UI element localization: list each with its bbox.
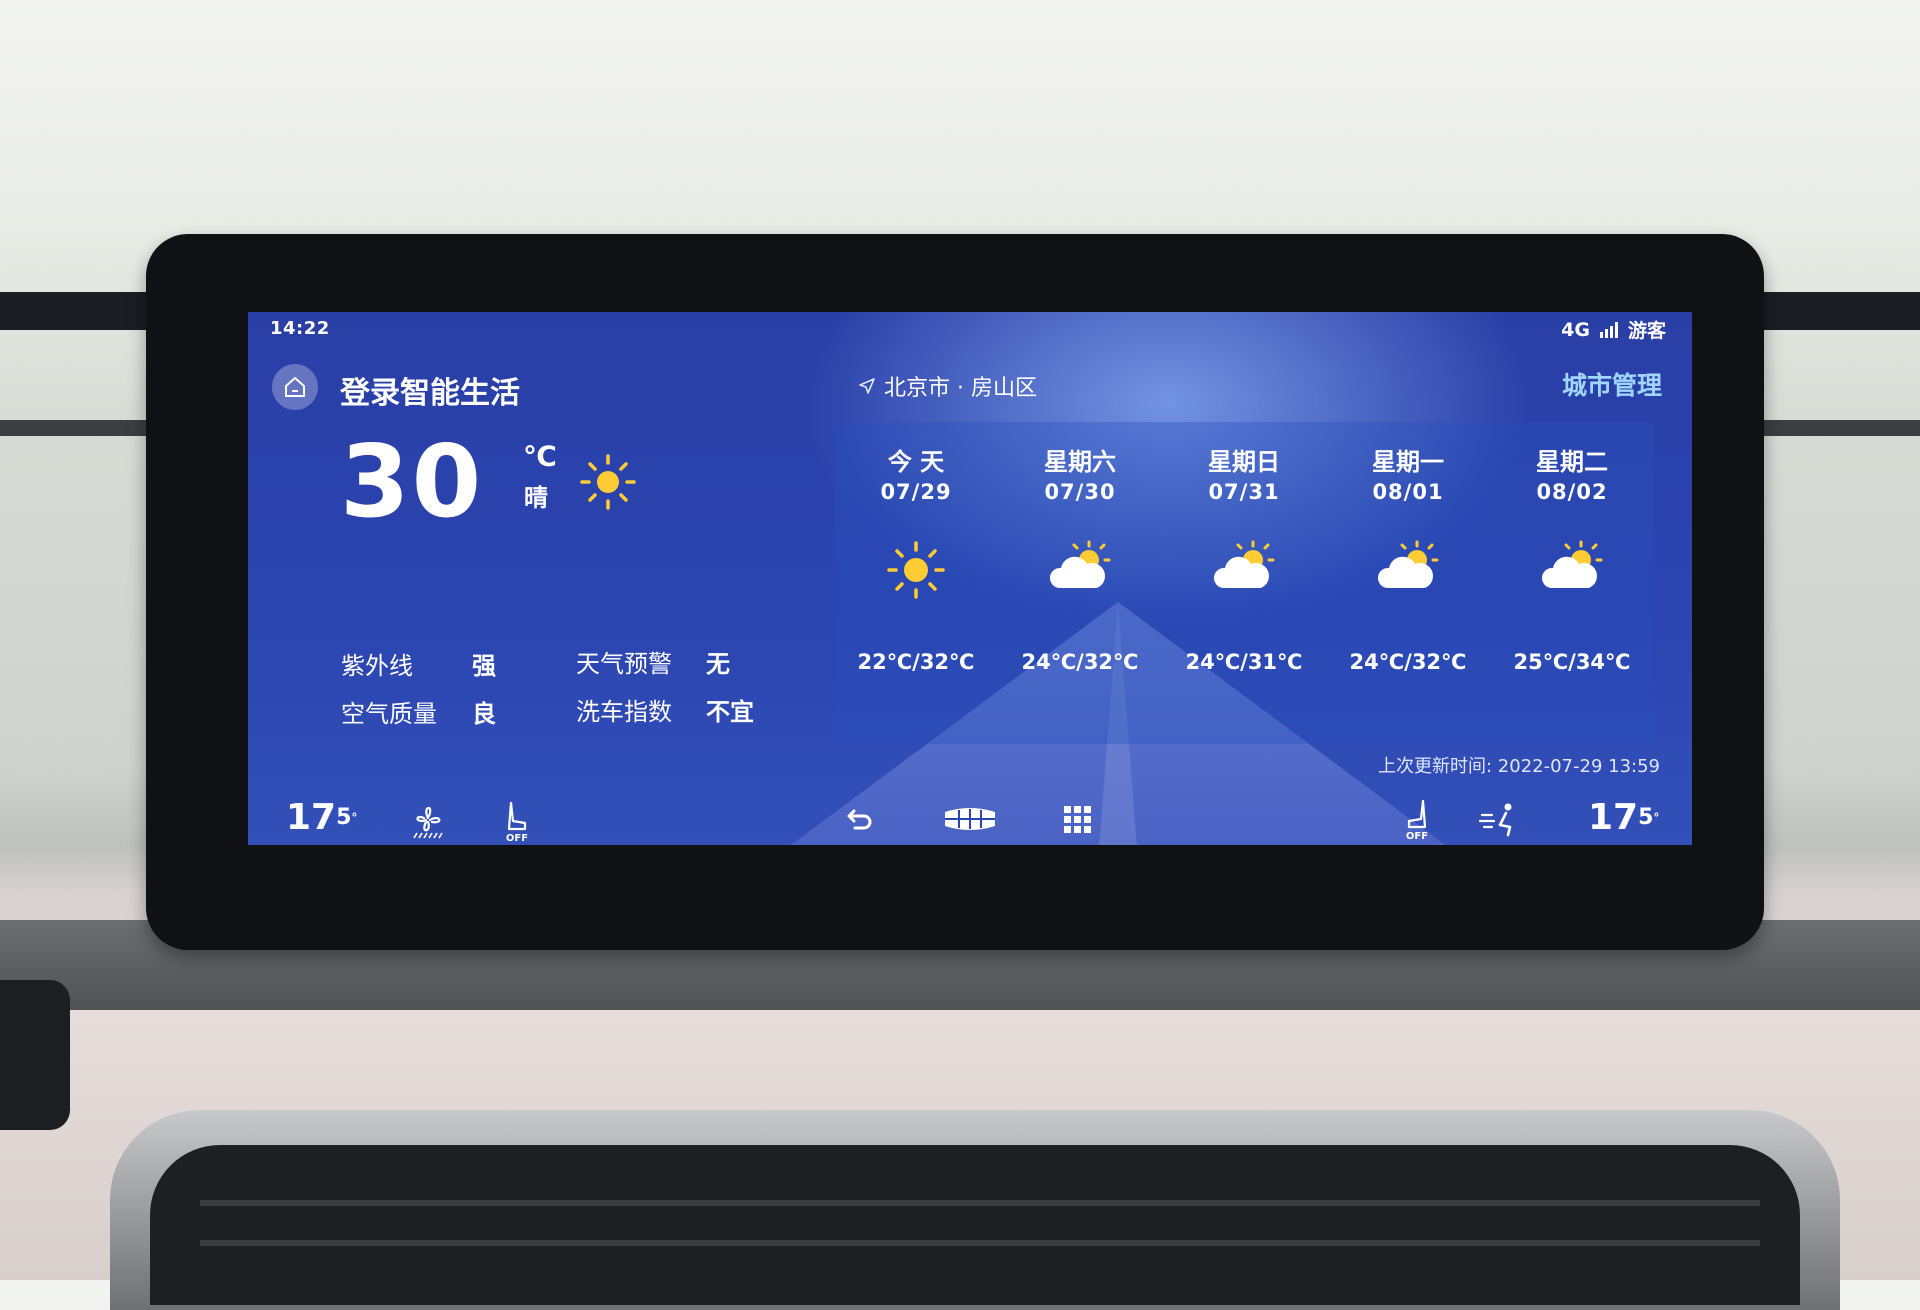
passenger-temp-degree: ° — [1653, 810, 1660, 825]
location-arrow-icon — [859, 378, 875, 394]
last-updated-time: 上次更新时间: 2022-07-29 13:59 — [1378, 756, 1660, 777]
brand-logo-icon — [945, 808, 995, 830]
forecast-date: 08/01 — [1372, 480, 1444, 504]
app-menu-button[interactable] — [1058, 800, 1098, 840]
network-type: 4G — [1561, 318, 1590, 341]
forecast-day[interactable]: 今 天 07/29 22℃/32℃ — [834, 422, 998, 744]
back-button[interactable] — [840, 800, 880, 840]
seat-icon — [1407, 799, 1427, 829]
fan-speed-button[interactable] — [406, 798, 450, 842]
infotainment-screen: 14:22 4G 游客 登录智能生活 北京市 · 房山区 城市管理 30 ℃ 晴 — [248, 312, 1692, 845]
airflow-mode-button[interactable] — [1476, 798, 1520, 842]
seat-icon — [507, 801, 527, 831]
clock: 14:22 — [270, 318, 330, 339]
forecast-temp-range: 24℃/32℃ — [1349, 650, 1467, 674]
air-vent — [150, 1145, 1800, 1305]
forecast-date: 08/02 — [1536, 480, 1608, 504]
forecast-day[interactable]: 星期日 07/31 24℃/31℃ — [1162, 422, 1326, 744]
driver-temperature[interactable]: 17 5 ° — [286, 790, 357, 845]
driver-temp-degree: ° — [351, 810, 358, 825]
status-indicators: 4G 游客 — [1561, 316, 1666, 343]
forecast-day[interactable]: 星期一 08/01 24℃/32℃ — [1326, 422, 1490, 744]
forecast-date: 07/29 — [880, 480, 952, 504]
forecast-temp-range: 22℃/32℃ — [857, 650, 975, 674]
forecast-temp-range: 25℃/34℃ — [1513, 650, 1631, 674]
driver-temp-integer: 17 — [286, 797, 337, 838]
fan-icon — [413, 806, 443, 839]
smart-home-login-button[interactable] — [272, 364, 318, 410]
weather-condition: 晴 — [524, 484, 548, 512]
seat-off-label: OFF — [1405, 831, 1429, 842]
partly-cloudy-icon — [1541, 540, 1603, 588]
passenger-temp-integer: 17 — [1588, 797, 1639, 838]
climate-nav-bar: 17 5 ° OFF OFF 17 5 ° — [248, 790, 1692, 845]
back-arrow-icon — [847, 809, 872, 830]
user-profile[interactable]: 游客 — [1628, 316, 1666, 343]
passenger-temp-decimal: 5 — [1638, 805, 1654, 830]
forecast-day-name: 星期六 — [1044, 448, 1116, 476]
forecast-day-name: 今 天 — [887, 448, 945, 476]
weather-alert-label: 天气预警 — [576, 650, 672, 678]
temperature-unit: ℃ — [523, 440, 557, 473]
signal-strength-icon — [1599, 321, 1618, 338]
driver-temp-decimal: 5 — [336, 805, 352, 830]
partly-cloudy-icon — [1377, 540, 1439, 588]
forecast-date: 07/31 — [1208, 480, 1280, 504]
uv-label: 紫外线 — [341, 652, 413, 680]
air-quality-value: 良 — [472, 700, 496, 728]
passenger-temperature[interactable]: 17 5 ° — [1588, 790, 1659, 845]
forecast-panel: 今 天 07/29 22℃/32℃ 星期六 07/30 24℃/32℃ 星期日 … — [834, 422, 1654, 744]
airflow-seat-icon — [1478, 803, 1512, 837]
forecast-day-name: 星期二 — [1536, 448, 1608, 476]
location-label[interactable]: 北京市 · 房山区 — [858, 370, 1037, 402]
sun-icon — [887, 541, 945, 599]
partly-cloudy-icon — [1049, 540, 1111, 588]
weather-alert-value: 无 — [706, 650, 730, 678]
home-icon — [285, 377, 305, 397]
steering-stalk — [0, 980, 70, 1130]
app-grid-icon — [1064, 806, 1091, 833]
seat-off-label: OFF — [505, 833, 529, 844]
air-quality-label: 空气质量 — [341, 700, 437, 728]
passenger-seat-heating-button[interactable]: OFF — [1398, 794, 1436, 842]
home-brand-button[interactable] — [938, 802, 1002, 836]
forecast-day-name: 星期日 — [1208, 448, 1280, 476]
forecast-day[interactable]: 星期二 08/02 25℃/34℃ — [1490, 422, 1654, 744]
uv-value: 强 — [472, 652, 496, 680]
vent-slat — [200, 1200, 1760, 1206]
current-temperature: 30 — [340, 423, 484, 540]
forecast-day-name: 星期一 — [1372, 448, 1444, 476]
driver-seat-heating-button[interactable]: OFF — [498, 796, 536, 844]
vent-slat — [200, 1240, 1760, 1246]
location-text: 北京市 · 房山区 — [884, 376, 1037, 401]
sun-icon — [580, 454, 636, 510]
login-smart-life-link[interactable]: 登录智能生活 — [340, 368, 520, 412]
forecast-date: 07/30 — [1044, 480, 1116, 504]
forecast-temp-range: 24℃/32℃ — [1021, 650, 1139, 674]
city-management-link[interactable]: 城市管理 — [1562, 366, 1662, 402]
car-wash-label: 洗车指数 — [576, 698, 672, 726]
forecast-temp-range: 24℃/31℃ — [1185, 650, 1303, 674]
forecast-day[interactable]: 星期六 07/30 24℃/32℃ — [998, 422, 1162, 744]
partly-cloudy-icon — [1213, 540, 1275, 588]
car-wash-value: 不宜 — [706, 698, 754, 726]
